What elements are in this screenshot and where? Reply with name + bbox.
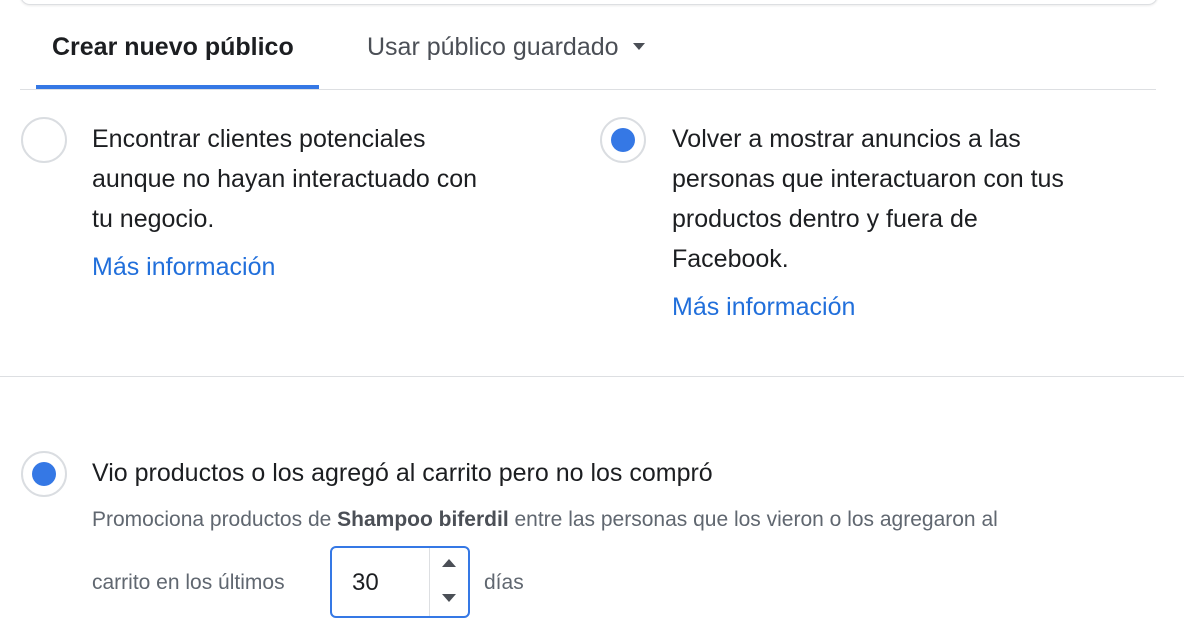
days-label: días bbox=[484, 571, 524, 594]
decrement-button[interactable] bbox=[430, 582, 468, 616]
audience-panel: Crear nuevo público Usar público guardad… bbox=[0, 0, 1184, 640]
option-find-line2: aunque no hayan interactuado con bbox=[92, 165, 478, 193]
radio-selected-dot bbox=[32, 462, 56, 486]
retarget-option-title: Vio productos o los agregó al carrito pe… bbox=[92, 459, 713, 487]
desc-line2: carrito en los últimos bbox=[92, 571, 285, 594]
caret-up-icon bbox=[442, 559, 456, 567]
radio-retarget[interactable] bbox=[600, 117, 646, 163]
stepper-buttons bbox=[429, 548, 468, 616]
radio-selected-dot bbox=[611, 128, 635, 152]
option-retarget-line3: productos dentro y fuera de bbox=[672, 205, 978, 233]
desc-prefix: Promociona productos de bbox=[92, 508, 338, 531]
option-retarget-line2: personas que interactuaron con tus bbox=[672, 165, 1064, 193]
option-find-line1: Encontrar clientes potenciales bbox=[92, 125, 426, 153]
store-name: Shampoo biferdil bbox=[337, 508, 509, 531]
tab-use-saved-audience[interactable]: Usar público guardado bbox=[367, 30, 645, 64]
option-find-line3: tu negocio. bbox=[92, 205, 215, 233]
tab-create-label: Crear nuevo público bbox=[52, 33, 294, 61]
option-retarget-line1: Volver a mostrar anuncios a las bbox=[672, 125, 1021, 153]
tab-create-new-audience[interactable]: Crear nuevo público bbox=[52, 30, 294, 64]
radio-viewed-or-added-to-cart[interactable] bbox=[21, 451, 67, 497]
section-divider bbox=[0, 376, 1184, 377]
retarget-description: Promociona productos de Shampoo biferdil… bbox=[92, 503, 1152, 537]
desc-suffix: entre las personas que los vieron o los … bbox=[508, 508, 998, 531]
days-input[interactable]: 30 bbox=[352, 566, 379, 600]
tab-saved-label: Usar público guardado bbox=[367, 33, 619, 61]
option-retarget-line4: Facebook. bbox=[672, 245, 789, 273]
caret-down-icon bbox=[442, 594, 456, 602]
audience-tabs: Crear nuevo público Usar público guardad… bbox=[20, 0, 1156, 90]
tabs-divider bbox=[20, 89, 1156, 90]
days-stepper[interactable]: 30 bbox=[330, 546, 470, 618]
more-info-link-left[interactable]: Más información bbox=[92, 247, 275, 287]
more-info-link-right[interactable]: Más información bbox=[672, 287, 855, 327]
radio-find-new-customers[interactable] bbox=[21, 117, 67, 163]
increment-button[interactable] bbox=[430, 548, 468, 582]
chevron-down-icon bbox=[632, 42, 645, 50]
